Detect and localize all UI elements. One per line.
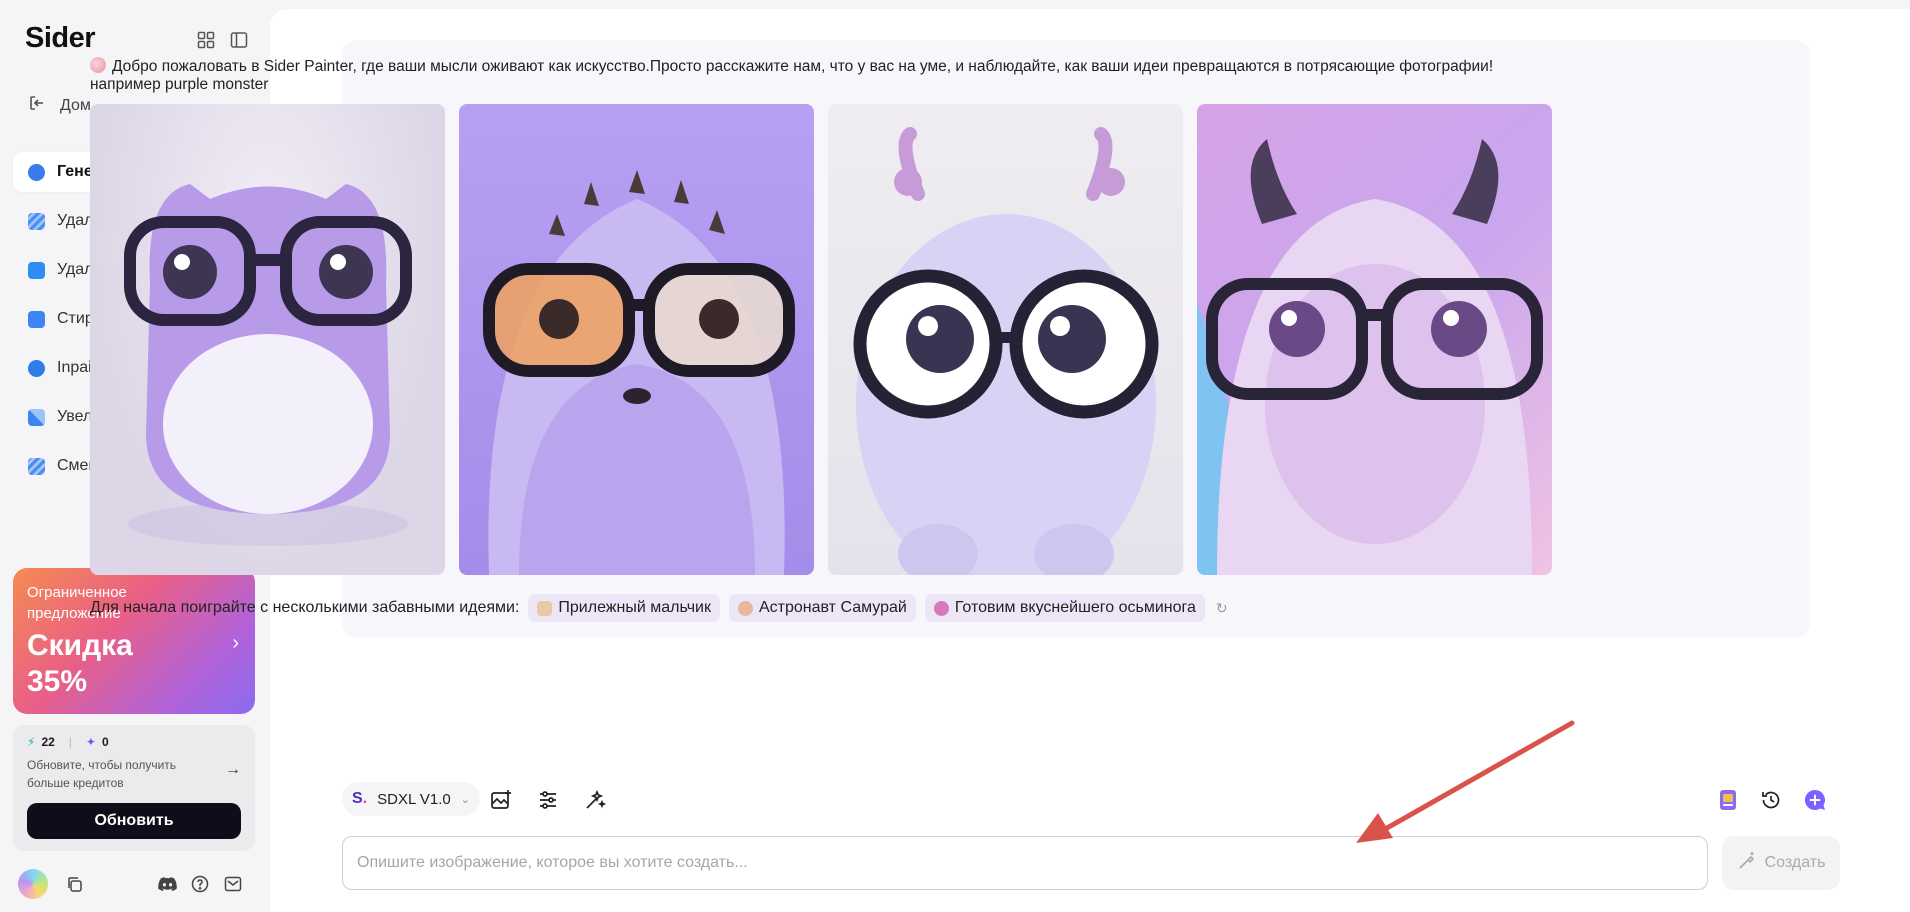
ideas-row: Для начала поиграйте с несколькими забав… — [90, 594, 1228, 622]
chevron-down-icon: ⌄ — [460, 793, 470, 806]
discord-icon[interactable] — [157, 874, 177, 894]
prompt-input[interactable] — [342, 836, 1708, 890]
magic-wand-icon[interactable] — [583, 788, 607, 812]
upgrade-button[interactable]: Обновить — [27, 803, 241, 839]
settings-sliders-icon[interactable] — [536, 788, 560, 812]
background-change-icon — [28, 457, 45, 475]
discount-promo-banner[interactable]: Ограниченное предложение Скидка 35% › — [13, 568, 255, 714]
model-name: SDXL V1.0 — [377, 790, 451, 808]
create-label: Создать — [1764, 854, 1826, 871]
example-prompt: например purple monster — [90, 76, 269, 93]
history-icon[interactable] — [1759, 788, 1783, 812]
inpaint-icon — [28, 359, 45, 377]
idea-chip[interactable]: Готовим вкуснейшего осьминога — [924, 594, 1205, 622]
example-image-4[interactable] — [1197, 104, 1552, 575]
app-logo[interactable]: Sider — [25, 22, 96, 55]
image-generator-icon — [28, 163, 45, 181]
fast-credits-count: 22 — [41, 735, 55, 749]
gallery-icon[interactable] — [1716, 788, 1740, 812]
brush-sparkle-icon — [1737, 851, 1757, 876]
refresh-icon[interactable]: ↻ — [1216, 600, 1228, 617]
example-image-3[interactable] — [828, 104, 1183, 575]
copy-icon[interactable] — [64, 874, 84, 894]
arrow-right-icon[interactable]: → — [225, 761, 241, 779]
sider-model-logo-icon: S. — [352, 790, 368, 807]
background-remove-icon — [28, 212, 45, 230]
ideas-label: Для начала поиграйте с несколькими забав… — [90, 599, 520, 616]
sidebar-top-icons — [196, 30, 248, 49]
sparkle-icon: ✦ — [85, 735, 96, 749]
avatar[interactable] — [18, 869, 48, 899]
credits-panel: ⚡ 22 | ✦ 0 Обновите, чтобы получить боль… — [13, 725, 255, 851]
idea-chip[interactable]: Астронавт Самурай — [729, 594, 916, 622]
example-image-2[interactable] — [459, 104, 814, 575]
photo-erase-icon — [28, 310, 45, 328]
create-button[interactable]: Создать — [1722, 836, 1840, 890]
sidebar-footer — [18, 868, 248, 900]
idea-chip-label: Астронавт Самурай — [759, 599, 907, 616]
nav-home-label: Дом — [60, 96, 91, 114]
help-icon[interactable] — [190, 874, 210, 894]
nav-home[interactable]: Дом — [28, 94, 91, 117]
welcome-message: Добро пожаловать в Sider Painter, где ва… — [90, 57, 1520, 76]
idea-chip-label: Прилежный мальчик — [558, 599, 711, 616]
palette-emoji-icon — [90, 57, 106, 73]
advanced-credits-count: 0 — [101, 735, 109, 749]
octopus-emoji-icon — [933, 600, 949, 616]
astronaut-emoji-icon — [738, 600, 753, 616]
home-arrow-icon — [28, 94, 46, 117]
promo-title: Скидка 35% — [27, 629, 133, 698]
student-emoji-icon — [537, 600, 553, 616]
text-remove-icon — [28, 261, 45, 279]
credits-note: Обновите, чтобы получить больше кредитов — [27, 758, 177, 790]
welcome-text: Добро пожаловать в Sider Painter, где ва… — [112, 58, 1494, 75]
divider: | — [68, 735, 72, 749]
idea-chip-label: Готовим вкуснейшего осьминога — [954, 599, 1196, 616]
model-selector[interactable]: S. SDXL V1.0 ⌄ — [342, 782, 480, 816]
new-chat-icon[interactable] — [1803, 788, 1827, 812]
credits-row: ⚡ 22 | ✦ 0 — [27, 735, 241, 749]
chevron-right-icon: › — [232, 632, 239, 654]
image-add-icon[interactable] — [489, 788, 513, 812]
example-image-1[interactable] — [90, 104, 445, 575]
lightning-icon: ⚡ — [27, 735, 36, 749]
grid-apps-icon[interactable] — [196, 30, 215, 49]
idea-chip[interactable]: Прилежный мальчик — [528, 594, 720, 622]
upscale-icon — [28, 408, 45, 426]
mail-icon[interactable] — [223, 874, 243, 894]
sidebar-toggle-icon[interactable] — [229, 30, 248, 49]
example-images — [90, 104, 1552, 575]
